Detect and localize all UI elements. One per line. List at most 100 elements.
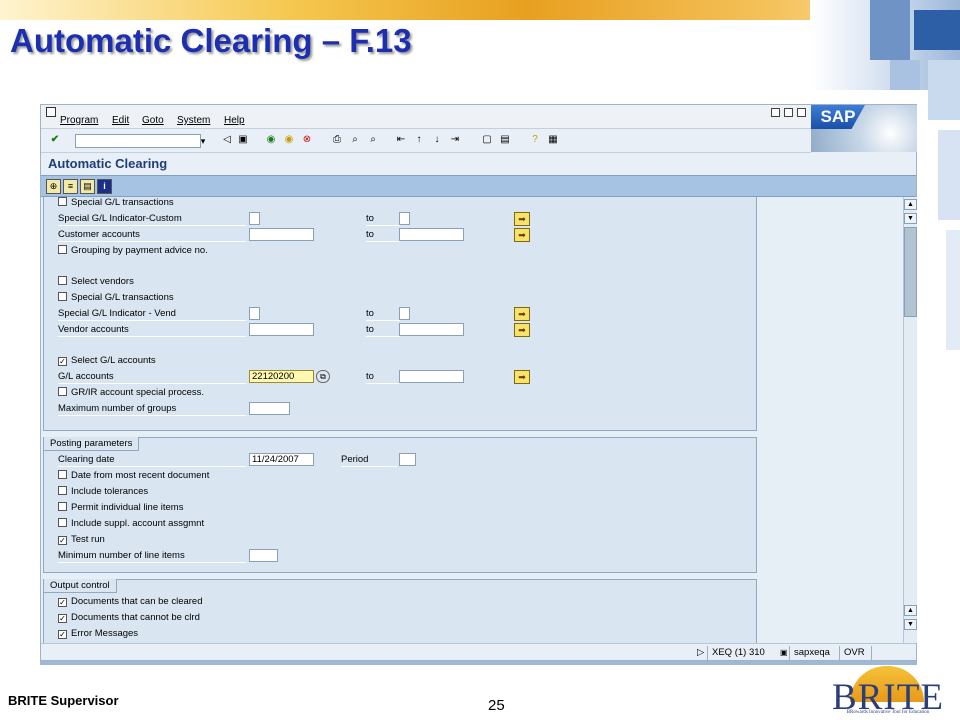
first-page-icon[interactable]: ⇤ bbox=[395, 134, 407, 146]
grir-special-row: GR/IR account special process. bbox=[58, 386, 204, 400]
scroll-down-icon[interactable]: ▲ bbox=[904, 605, 917, 616]
menu-goto[interactable]: Goto bbox=[142, 115, 164, 126]
vendor-accounts-from[interactable] bbox=[249, 323, 314, 336]
slide-title: Automatic Clearing – F.13 bbox=[10, 22, 412, 59]
scroll-bottom-icon[interactable]: ▼ bbox=[904, 619, 917, 630]
scrollbar-thumb[interactable] bbox=[904, 227, 917, 317]
shortcut-icon[interactable]: ▤ bbox=[499, 134, 511, 146]
command-field[interactable] bbox=[75, 134, 201, 148]
max-groups-input[interactable] bbox=[249, 402, 290, 415]
special-gl-indicator-custom-label: Special G/L Indicator-Custom bbox=[58, 212, 246, 226]
menu-program[interactable]: Program bbox=[60, 115, 98, 126]
select-vendors-checkbox[interactable] bbox=[58, 276, 67, 285]
session-list-icon[interactable]: ▣ bbox=[776, 646, 788, 660]
save-icon[interactable]: ▣ bbox=[237, 134, 249, 146]
clearing-date-input[interactable]: 11/24/2007 bbox=[249, 453, 314, 466]
save-variant-icon[interactable]: ▤ bbox=[80, 179, 95, 194]
test-run-checkbox[interactable]: ✓ bbox=[58, 536, 67, 545]
customer-special-gl-checkbox[interactable] bbox=[58, 197, 67, 206]
menu-help[interactable]: Help bbox=[224, 115, 245, 126]
special-gl-indicator-vend-to[interactable] bbox=[399, 307, 410, 320]
to-label: to bbox=[366, 228, 400, 242]
customer-accounts-to[interactable] bbox=[399, 228, 464, 241]
select-gl-accounts-checkbox[interactable]: ✓ bbox=[58, 357, 67, 366]
docs-cleared-checkbox[interactable]: ✓ bbox=[58, 598, 67, 607]
gl-accounts-from[interactable]: 22120200 bbox=[249, 370, 314, 383]
multiple-selection-arrow-icon[interactable]: ➡ bbox=[514, 212, 530, 226]
menu-edit[interactable]: Edit bbox=[112, 115, 129, 126]
docs-not-cleared-row: ✓ Documents that cannot be clrd bbox=[58, 611, 200, 625]
status-mode[interactable]: OVR bbox=[839, 646, 871, 660]
docs-cleared-row: ✓ Documents that can be cleared bbox=[58, 595, 203, 609]
grir-special-checkbox[interactable] bbox=[58, 387, 67, 396]
print-icon[interactable]: ⎙ bbox=[331, 134, 343, 146]
date-recent-doc-checkbox[interactable] bbox=[58, 470, 67, 479]
info-icon[interactable]: i bbox=[97, 179, 112, 194]
possible-entries-icon[interactable]: ⧉ bbox=[316, 370, 330, 383]
docs-not-cleared-checkbox[interactable]: ✓ bbox=[58, 614, 67, 623]
system-menu-icon[interactable] bbox=[46, 107, 56, 117]
next-page-icon[interactable]: ↓ bbox=[431, 134, 443, 146]
to-label: to bbox=[366, 323, 400, 337]
find-icon[interactable]: ⌕ bbox=[349, 134, 361, 146]
cancel-icon[interactable]: ⊗ bbox=[301, 134, 313, 146]
get-variant-icon[interactable]: ≡ bbox=[63, 179, 78, 194]
menu-system[interactable]: System bbox=[177, 115, 210, 126]
help-icon[interactable]: ? bbox=[529, 134, 541, 146]
multiple-selection-arrow-icon[interactable]: ➡ bbox=[514, 228, 530, 242]
multiple-selection-arrow-icon[interactable]: ➡ bbox=[514, 323, 530, 337]
close-window-icon[interactable] bbox=[797, 108, 806, 117]
max-groups-label: Maximum number of groups bbox=[58, 402, 246, 416]
clearing-date-label: Clearing date bbox=[58, 453, 246, 467]
multiple-selection-arrow-icon[interactable]: ➡ bbox=[514, 370, 530, 384]
min-line-items-input[interactable] bbox=[249, 549, 278, 562]
previous-page-icon[interactable]: ↑ bbox=[413, 134, 425, 146]
grouping-payment-advice-checkbox[interactable] bbox=[58, 245, 67, 254]
exit-icon[interactable]: ◉ bbox=[283, 134, 295, 146]
special-gl-indicator-custom-from[interactable] bbox=[249, 212, 260, 225]
period-input[interactable] bbox=[399, 453, 416, 466]
minimize-icon[interactable] bbox=[771, 108, 780, 117]
output-control-title: Output control bbox=[44, 579, 117, 593]
new-session-icon[interactable]: ▢ bbox=[481, 134, 493, 146]
command-dropdown-icon[interactable]: ▾ bbox=[197, 134, 209, 148]
status-expand-icon[interactable]: ▷ bbox=[693, 646, 704, 660]
include-tolerances-checkbox[interactable] bbox=[58, 486, 67, 495]
include-suppl-checkbox[interactable] bbox=[58, 518, 67, 527]
customer-special-gl-label: Special G/L transactions bbox=[71, 197, 174, 208]
special-gl-indicator-vend-label: Special G/L Indicator - Vend bbox=[58, 307, 246, 321]
standard-toolbar: ✔ ▾ ◁ ▣ ◉ ◉ ⊗ ⎙ ⌕ ⌕ ⇤ ↑ ↓ ⇥ ▢ ▤ ? ▦ bbox=[41, 129, 811, 153]
error-messages-checkbox[interactable]: ✓ bbox=[58, 630, 67, 639]
find-next-icon[interactable]: ⌕ bbox=[367, 134, 379, 146]
execute-icon[interactable]: ⊕ bbox=[46, 179, 61, 194]
back-icon[interactable]: ◉ bbox=[265, 134, 277, 146]
status-bar: ▷ XEQ (1) 310 ▣ sapxeqa OVR bbox=[41, 643, 916, 661]
scroll-top-icon[interactable]: ▲ bbox=[904, 199, 917, 210]
special-gl-indicator-vend-from[interactable] bbox=[249, 307, 260, 320]
select-vendors-row: Select vendors bbox=[58, 275, 134, 289]
vendor-accounts-label: Vendor accounts bbox=[58, 323, 246, 337]
restore-icon[interactable] bbox=[784, 108, 793, 117]
permit-individual-label: Permit individual line items bbox=[71, 502, 184, 513]
customer-special-gl-row: Special G/L transactions bbox=[58, 197, 174, 210]
vertical-scrollbar[interactable]: ▲ ▼ ▲ ▼ bbox=[903, 197, 917, 643]
include-suppl-row: Include suppl. account assgmnt bbox=[58, 517, 204, 531]
customer-accounts-from[interactable] bbox=[249, 228, 314, 241]
docs-not-cleared-label: Documents that cannot be clrd bbox=[71, 612, 200, 623]
last-page-icon[interactable]: ⇥ bbox=[449, 134, 461, 146]
enter-icon[interactable]: ✔ bbox=[49, 134, 61, 146]
multiple-selection-arrow-icon[interactable]: ➡ bbox=[514, 307, 530, 321]
history-back-icon[interactable]: ◁ bbox=[221, 134, 233, 146]
gl-accounts-to[interactable] bbox=[399, 370, 464, 383]
layout-menu-icon[interactable]: ▦ bbox=[547, 134, 559, 146]
status-server: sapxeqa bbox=[789, 646, 839, 660]
permit-individual-checkbox[interactable] bbox=[58, 502, 67, 511]
vendor-accounts-to[interactable] bbox=[399, 323, 464, 336]
grouping-payment-advice-label: Grouping by payment advice no. bbox=[71, 245, 208, 256]
vendor-special-gl-checkbox[interactable] bbox=[58, 292, 67, 301]
scroll-up-icon[interactable]: ▼ bbox=[904, 213, 917, 224]
application-toolbar: ⊕ ≡ ▤ i bbox=[41, 175, 916, 197]
test-run-row: ✓ Test run bbox=[58, 533, 105, 547]
special-gl-indicator-custom-to[interactable] bbox=[399, 212, 410, 225]
window-bottom-strip bbox=[40, 661, 917, 665]
